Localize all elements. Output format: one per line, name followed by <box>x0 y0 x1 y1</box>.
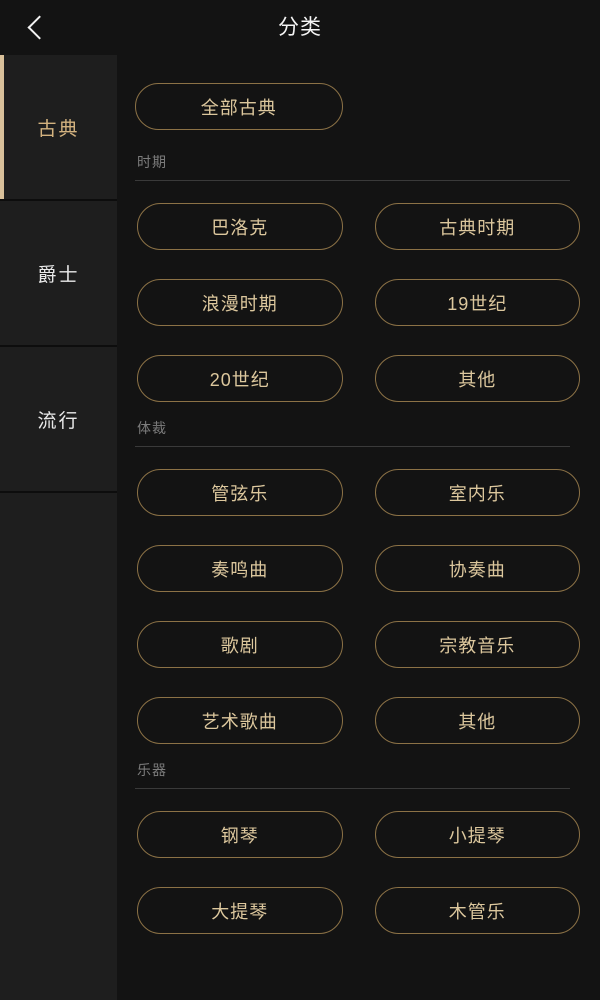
chip-option[interactable]: 钢琴 <box>137 811 343 858</box>
sidebar-filler <box>0 493 117 1000</box>
chip-grid: 巴洛克 古典时期浪漫时期 19世纪 20世纪 其他 <box>135 203 582 402</box>
chevron-left-icon <box>27 15 52 40</box>
page-title: 分类 <box>278 16 322 39</box>
section-title: 乐器 <box>137 762 167 778</box>
chip-label: 小提琴 <box>448 825 506 846</box>
chip-label: 20世纪 <box>209 369 270 390</box>
sidebar-item-1[interactable]: 爵士 <box>0 201 117 347</box>
chip-option[interactable]: 浪漫时期 <box>137 279 343 326</box>
section-title: 时期 <box>137 154 167 170</box>
category-sidebar: 古典 爵士 流行 <box>0 55 117 1000</box>
app-header: 分类 <box>0 0 600 55</box>
chip-option[interactable]: 木管乐 <box>374 887 580 934</box>
chip-label: 木管乐 <box>448 901 506 922</box>
chip-grid: 钢琴 小提琴大提琴 木管乐 <box>135 811 582 934</box>
all-chip-row: 全部古典 <box>135 55 582 136</box>
chip-option[interactable]: 歌剧 <box>137 621 343 668</box>
chip-option[interactable]: 小提琴 <box>374 811 580 858</box>
chip-option[interactable]: 艺术歌曲 <box>137 697 343 744</box>
section-divider <box>135 446 570 447</box>
sidebar-item-label: 古典 <box>37 118 80 140</box>
category-screen: 分类 古典 爵士 流行 全部古典 时期 巴洛克 古典时期 浪漫时期 19世纪 20世纪 其他 体裁… <box>0 0 600 1000</box>
sidebar-list: 古典 爵士 流行 <box>0 55 117 493</box>
section-divider <box>135 788 570 789</box>
chip-label: 管弦乐 <box>211 483 269 504</box>
chip-option[interactable]: 大提琴 <box>137 887 343 934</box>
chip-label: 歌剧 <box>220 635 259 656</box>
chip-label: 大提琴 <box>211 901 269 922</box>
chip-option[interactable]: 管弦乐 <box>137 469 343 516</box>
section-0: 时期巴洛克 古典时期浪漫时期 19世纪 20世纪 其他 <box>135 152 582 402</box>
chip-label: 古典时期 <box>439 217 516 238</box>
chip-grid: 管弦乐 室内乐奏鸣曲 协奏曲歌剧 宗教音乐艺术歌曲 其他 <box>135 469 582 744</box>
sidebar-item-label: 爵士 <box>37 264 80 286</box>
chip-option[interactable]: 其他 <box>374 697 580 744</box>
chip-label: 室内乐 <box>448 483 506 504</box>
chip-option[interactable]: 19世纪 <box>374 279 580 326</box>
chip-label: 艺术歌曲 <box>201 711 278 732</box>
sidebar-item-2[interactable]: 流行 <box>0 347 117 493</box>
content-body: 古典 爵士 流行 全部古典 时期 巴洛克 古典时期 浪漫时期 19世纪 20世纪 其他 体裁 管弦乐… <box>0 55 600 1000</box>
chip-label: 浪漫时期 <box>201 293 278 314</box>
chip-label: 19世纪 <box>447 293 508 314</box>
chip-label: 协奏曲 <box>448 559 506 580</box>
chip-option[interactable]: 协奏曲 <box>374 545 580 592</box>
section-title: 体裁 <box>137 420 167 436</box>
sidebar-item-label: 流行 <box>37 410 80 432</box>
chip-label: 宗教音乐 <box>439 635 516 656</box>
chip-option[interactable]: 其他 <box>374 355 580 402</box>
chip-label: 巴洛克 <box>211 217 269 238</box>
chip-all-classical[interactable]: 全部古典 <box>135 83 343 130</box>
section-divider <box>135 180 570 181</box>
category-content: 全部古典 时期 巴洛克 古典时期 浪漫时期 19世纪 20世纪 其他 体裁 管弦乐 室内乐 奏鸣曲协… <box>117 55 600 1000</box>
chip-option[interactable]: 20世纪 <box>137 355 343 402</box>
chip-option[interactable]: 室内乐 <box>374 469 580 516</box>
chip-option[interactable]: 宗教音乐 <box>374 621 580 668</box>
sections-host: 时期 巴洛克 古典时期 浪漫时期 19世纪 20世纪 其他 体裁 管弦乐 室内乐 奏鸣曲 协奏曲 歌剧宗… <box>135 152 582 934</box>
section-2: 乐器钢琴 小提琴大提琴 木管乐 <box>135 760 582 934</box>
chip-label: 奏鸣曲 <box>211 559 269 580</box>
section-1: 体裁管弦乐 室内乐奏鸣曲 协奏曲歌剧 宗教音乐艺术歌曲 其他 <box>135 418 582 744</box>
chip-label: 其他 <box>458 369 497 390</box>
chip-label: 其他 <box>458 711 497 732</box>
chip-option[interactable]: 巴洛克 <box>137 203 343 250</box>
chip-label: 全部古典 <box>200 97 277 118</box>
chip-label: 钢琴 <box>220 825 259 846</box>
chip-option[interactable]: 古典时期 <box>374 203 580 250</box>
chip-option[interactable]: 奏鸣曲 <box>137 545 343 592</box>
back-button[interactable] <box>8 0 66 55</box>
sidebar-item-0[interactable]: 古典 <box>0 55 117 201</box>
